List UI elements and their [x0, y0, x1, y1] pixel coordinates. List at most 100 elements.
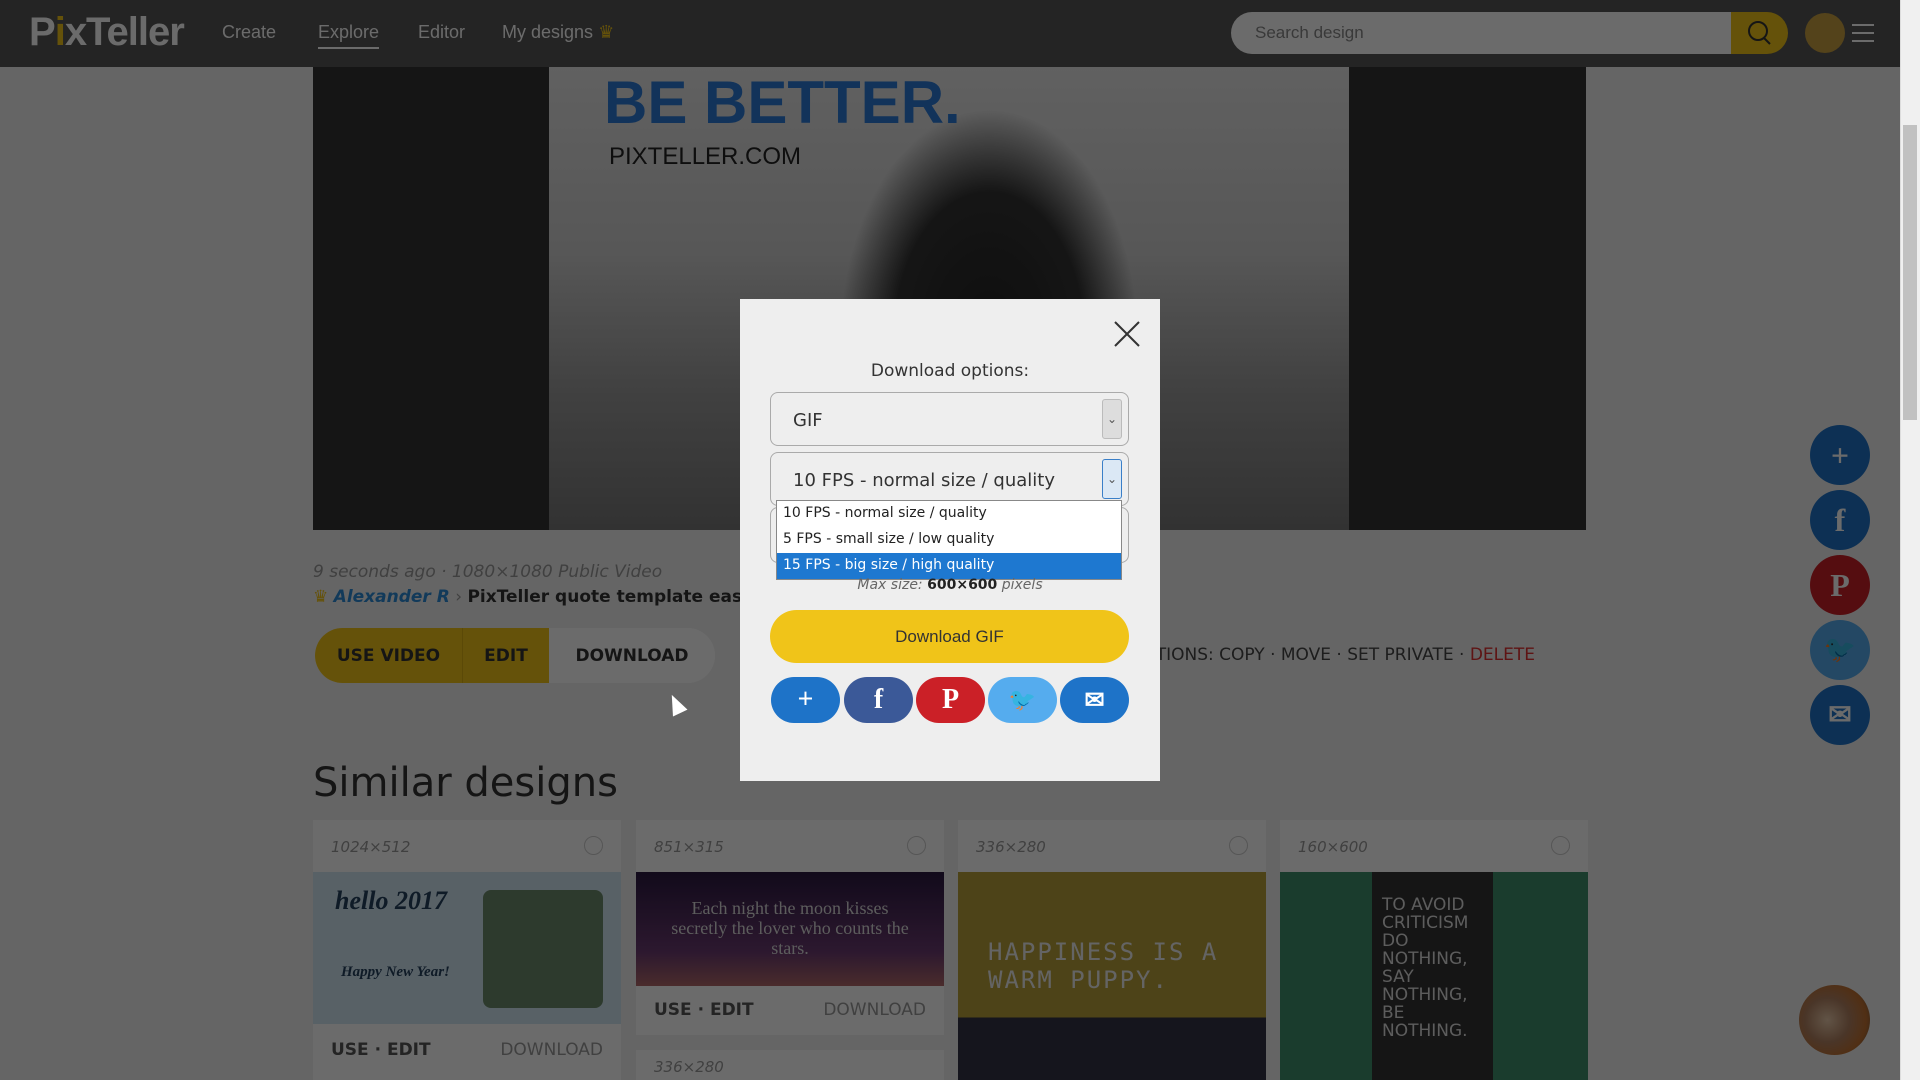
design-actions: ACTIONS: COPY · MOVE · SET PRIVATE · DEL… [1133, 645, 1535, 665]
twitter-share-button[interactable]: 🐦 [1810, 620, 1870, 680]
mail-icon: ✉ [1084, 687, 1105, 714]
card-thumbnail[interactable]: hello 2017 Happy New Year! [313, 872, 621, 1024]
design-card[interactable]: 1024×512 hello 2017 Happy New Year! USE … [313, 820, 621, 1080]
card-download-link[interactable]: DOWNLOAD [500, 1040, 603, 1060]
card-dimensions: 336×280 [976, 838, 1046, 856]
hamburger-menu-icon[interactable] [1852, 24, 1874, 42]
fps-option-highlighted[interactable]: 15 FPS - big size / high quality [777, 553, 1121, 579]
family-photo [483, 890, 603, 1008]
preview-url: PIXTELLER.COM [609, 143, 802, 170]
side-share-bar: + f P 🐦 ✉ [1810, 425, 1870, 755]
design-button-group: USE VIDEO EDIT DOWNLOAD [315, 628, 715, 683]
max-size-suffix: pixels [1001, 577, 1043, 593]
pinterest-share-button[interactable]: P [916, 677, 985, 723]
format-select[interactable]: GIF ⌄ [770, 392, 1129, 446]
select-checkbox[interactable] [1229, 836, 1248, 855]
download-options-label: Download options: [870, 361, 1030, 381]
use-edit-link[interactable]: USE · EDIT [654, 1000, 754, 1020]
use-video-button[interactable]: USE VIDEO [315, 628, 463, 683]
select-checkbox[interactable] [584, 836, 603, 855]
max-size-note: Max size: 600×600 pixels [740, 577, 1160, 593]
crown-icon: ♛ [598, 22, 615, 42]
download-options-modal: Download options: GIF ⌄ 10 FPS - normal … [740, 299, 1160, 781]
pinterest-icon: P [1830, 566, 1850, 603]
twitter-icon: 🐦 [1008, 687, 1037, 712]
thumb-quote: TO AVOID CRITICISM DO NOTHING, SAY NOTHI… [1372, 872, 1493, 1080]
card-dimensions: 336×280 [654, 1058, 724, 1076]
facebook-icon: f [1834, 501, 1846, 538]
chevron-down-icon: ⌄ [1102, 399, 1122, 439]
pinterest-share-button[interactable]: P [1810, 555, 1870, 615]
design-card[interactable]: 336×280 [636, 1050, 944, 1080]
separator: › [455, 587, 463, 607]
thumb-title: hello 2017 [335, 886, 447, 915]
chevron-down-icon: ⌄ [1102, 459, 1122, 499]
similar-designs-heading: Similar designs [313, 760, 618, 806]
top-navbar: PixTeller Create Explore Editor My desig… [0, 0, 1900, 67]
download-gif-button[interactable]: Download GIF [770, 610, 1129, 663]
crown-icon: ♛ [313, 587, 329, 607]
twitter-icon: 🐦 [1823, 635, 1857, 664]
set-private-action[interactable]: SET PRIVATE [1347, 645, 1453, 665]
fps-option[interactable]: 5 FPS - small size / low quality [777, 527, 1121, 553]
add-share-button[interactable]: + [1810, 425, 1870, 485]
fps-value: 10 FPS - normal size / quality [793, 470, 1055, 491]
twitter-share-button[interactable]: 🐦 [988, 677, 1057, 723]
pixteller-logo[interactable]: PixTeller [29, 10, 185, 55]
card-thumbnail[interactable]: Each night the moon kisses secretly the … [636, 872, 944, 986]
sep: · [1331, 645, 1348, 665]
author-link[interactable]: Alexander R [334, 587, 450, 607]
design-card[interactable]: 160×600 TO AVOID CRITICISM DO NOTHING, S… [1280, 820, 1588, 1080]
facebook-icon: f [873, 684, 884, 715]
facebook-share-button[interactable]: f [844, 677, 913, 723]
facebook-share-button[interactable]: f [1810, 490, 1870, 550]
copy-action[interactable]: COPY [1219, 645, 1265, 665]
card-thumbnail[interactable]: HAPPINESS IS A WARM PUPPY. [958, 872, 1266, 1080]
nav-explore[interactable]: Explore [318, 22, 380, 49]
move-action[interactable]: MOVE [1281, 645, 1331, 665]
plus-icon: + [1830, 436, 1850, 473]
nav-my-designs-label: My designs [502, 22, 594, 42]
sep: · [1453, 645, 1470, 665]
scrollbar-thumb[interactable] [1903, 125, 1917, 420]
search-icon [1748, 21, 1771, 45]
fps-select[interactable]: 10 FPS - normal size / quality ⌄ [770, 452, 1129, 506]
use-edit-link[interactable]: USE · EDIT [331, 1040, 431, 1060]
fps-dropdown-list: 10 FPS - normal size / quality 5 FPS - s… [776, 500, 1122, 580]
nav-editor[interactable]: Editor [418, 22, 465, 43]
pinterest-icon: P [941, 684, 960, 715]
select-checkbox[interactable] [1551, 836, 1570, 855]
email-share-button[interactable]: ✉ [1810, 685, 1870, 745]
search-input[interactable] [1231, 12, 1731, 54]
format-value: GIF [793, 410, 823, 431]
nav-create[interactable]: Create [222, 22, 276, 43]
download-button[interactable]: DOWNLOAD [549, 628, 715, 683]
user-avatar[interactable] [1805, 13, 1845, 53]
edit-button[interactable]: EDIT [463, 628, 549, 683]
nav-my-designs[interactable]: My designs ♛ [502, 22, 614, 43]
select-checkbox[interactable] [907, 836, 926, 855]
mail-icon: ✉ [1828, 700, 1852, 731]
design-card[interactable]: 336×280 HAPPINESS IS A WARM PUPPY. [958, 820, 1266, 1080]
thumb-subtitle: Happy New Year! [341, 964, 450, 980]
preview-headline: BE BETTER. [604, 69, 961, 136]
plus-icon: + [797, 684, 814, 715]
search-button[interactable] [1731, 12, 1788, 54]
max-size-prefix: Max size: [857, 577, 923, 593]
card-dimensions: 160×600 [1298, 838, 1368, 856]
card-dimensions: 1024×512 [331, 838, 411, 856]
card-dimensions: 851×315 [654, 838, 724, 856]
fps-option[interactable]: 10 FPS - normal size / quality [777, 501, 1121, 527]
add-share-button[interactable]: + [771, 677, 840, 723]
max-size-value: 600×600 [927, 577, 998, 593]
close-icon[interactable] [1112, 319, 1142, 349]
delete-action[interactable]: DELETE [1470, 645, 1535, 665]
email-share-button[interactable]: ✉ [1060, 677, 1129, 723]
card-thumbnail[interactable]: TO AVOID CRITICISM DO NOTHING, SAY NOTHI… [1280, 872, 1588, 1080]
support-chat-avatar[interactable] [1799, 985, 1870, 1055]
design-title: PixTeller quote template easy to [467, 587, 779, 607]
card-download-link[interactable]: DOWNLOAD [823, 1000, 926, 1020]
sep: · [1264, 645, 1281, 665]
author-line: ♛ Alexander R › PixTeller quote template… [313, 587, 779, 607]
design-card[interactable]: 851×315 Each night the moon kisses secre… [636, 820, 944, 1035]
